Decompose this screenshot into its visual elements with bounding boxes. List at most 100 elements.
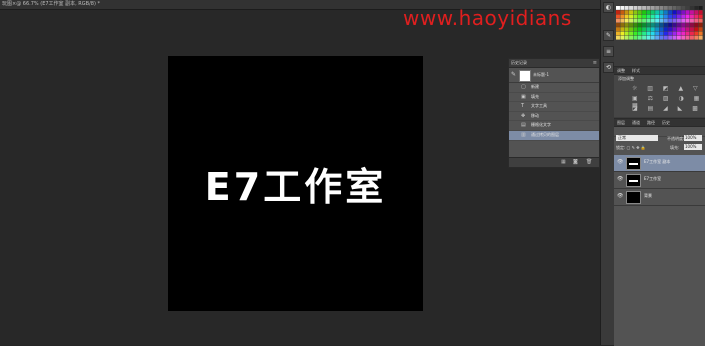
color-swatch (694, 27, 699, 32)
swatch-grid[interactable] (616, 6, 703, 40)
history-panel: 历史记录 ≡ ✎ 未标题-1 ▢ 新建 ▣ 填充 T 文字工具 ✥ 移动 ▤ 栅… (508, 58, 600, 168)
layer-row-e7[interactable]: 👁 E7工作室 (614, 172, 705, 189)
color-swatch (629, 18, 633, 23)
color-swatch (672, 18, 677, 23)
color-swatch (637, 27, 642, 32)
color-swatch (694, 18, 699, 23)
color-panel-icon[interactable]: ◐ (603, 2, 614, 13)
color-swatch (685, 6, 690, 10)
color-swatch (620, 6, 625, 10)
color-swatch (698, 31, 703, 36)
document-tab-title[interactable]: 玩图×@ 66.7% (E7工作室 副本, RGB/8) * (2, 0, 100, 9)
history-item-active[interactable]: ▥ 通过拷贝的图层 (509, 130, 599, 141)
text-tool-icon: T (521, 103, 525, 110)
trash-icon[interactable]: 🗑 (586, 159, 592, 166)
history-item[interactable]: ▢ 新建 (509, 83, 599, 93)
tab-styles[interactable]: 样式 (632, 67, 640, 74)
tab-paths[interactable]: 路径 (647, 119, 655, 126)
document-canvas[interactable]: E7工作室 (168, 56, 423, 311)
history-item-label: 栅格化文字 (531, 122, 551, 128)
color-swatch (633, 27, 638, 32)
color-swatch (650, 6, 655, 10)
history-item[interactable]: T 文字工具 (509, 102, 599, 112)
color-swatch (672, 31, 677, 36)
color-swatch (698, 35, 703, 40)
color-swatch (681, 23, 686, 27)
blend-mode-select[interactable]: 正常 (616, 135, 658, 141)
color-swatch (681, 27, 686, 32)
fill-icon: ▣ (521, 93, 526, 100)
color-swatch (650, 31, 655, 36)
color-swatch (659, 14, 664, 19)
color-swatch (668, 6, 673, 10)
adjustments-title: 添加调整 (618, 76, 634, 81)
move-icon: ✥ (521, 112, 526, 119)
color-swatch (659, 18, 664, 23)
opacity-field[interactable]: 100% (684, 135, 702, 141)
color-swatch (624, 6, 629, 10)
color-swatch (663, 31, 668, 36)
history-panel-header: 历史记录 ≡ (509, 59, 599, 68)
color-swatch (663, 23, 668, 27)
color-swatch (620, 31, 625, 36)
history-item[interactable]: ▤ 栅格化文字 (509, 121, 599, 131)
new-snapshot-icon[interactable]: ◙ (573, 159, 578, 166)
visibility-eye-icon[interactable]: 👁 (617, 193, 623, 199)
color-swatch (637, 23, 642, 27)
color-swatch (620, 10, 625, 15)
color-swatch (689, 18, 694, 23)
color-swatch (624, 10, 629, 15)
adjustments-panel: 调整 样式 添加调整 ☼ ▥ ◩ ▲ ▽ ▣ ⚖ ▨ ◑ ▦ ▦ ◪ ▤ ◢ ◣… (614, 66, 705, 117)
panel-menu-icon[interactable]: ≡ (593, 60, 597, 66)
color-swatch (655, 23, 660, 27)
color-swatch (620, 23, 625, 27)
color-swatch (689, 27, 694, 32)
visibility-eye-icon[interactable]: 👁 (617, 176, 623, 182)
color-swatch (694, 23, 699, 27)
layer-thumbnail (626, 174, 641, 187)
history-snapshot[interactable]: ✎ 未标题-1 (509, 68, 599, 83)
history-item[interactable]: ✥ 移动 (509, 112, 599, 122)
history-item-label: 新建 (531, 84, 539, 89)
tab-history[interactable]: 历史 (662, 119, 670, 126)
lock-controls[interactable]: 锁定: ▢ ✎ ✥ 🔒 (616, 145, 646, 151)
layer-copy-icon: ▥ (521, 131, 526, 138)
color-swatch (659, 31, 664, 36)
adjustment-icons-row-3[interactable]: ◪ ▤ ◢ ◣ ▩ (632, 105, 702, 112)
color-swatch (616, 10, 620, 15)
color-swatch (616, 14, 620, 19)
fill-field[interactable]: 100% (684, 144, 702, 150)
tab-layers[interactable]: 图层 (617, 119, 625, 126)
color-swatch (668, 14, 673, 19)
color-swatch (633, 18, 638, 23)
brush-panel-icon[interactable]: ✎ (603, 30, 614, 41)
clone-panel-icon[interactable]: ≡ (603, 46, 614, 57)
history-tab[interactable]: 历史记录 (511, 59, 527, 67)
new-document-from-state-icon[interactable]: ▦ (561, 159, 566, 166)
layer-row-background[interactable]: 👁 背景 (614, 189, 705, 206)
color-swatch (637, 10, 642, 15)
color-swatch (698, 14, 703, 19)
color-swatch (650, 14, 655, 19)
color-swatch (616, 23, 620, 27)
color-swatch (655, 10, 660, 15)
color-swatch (659, 35, 664, 40)
tab-adjustments[interactable]: 调整 (617, 67, 625, 74)
history-panel-icon[interactable]: ⟲ (603, 62, 614, 73)
color-swatch (646, 27, 651, 32)
color-swatch (616, 35, 620, 40)
layer-row-e7-copy[interactable]: 👁 E7工作室 副本 (614, 155, 705, 172)
history-item[interactable]: ▣ 填充 (509, 93, 599, 103)
layer-thumbnail (626, 191, 641, 204)
color-swatch (629, 10, 633, 15)
color-swatch (681, 14, 686, 19)
color-swatch (681, 6, 686, 10)
visibility-eye-icon[interactable]: 👁 (617, 159, 623, 165)
history-brush-icon[interactable]: ✎ (511, 71, 516, 78)
color-swatch (698, 23, 703, 27)
color-swatch (620, 35, 625, 40)
layers-panel: 图层 通道 路径 历史 正常 不透明度: 100% 锁定: ▢ ✎ ✥ 🔒 填充… (614, 118, 705, 346)
color-swatch (646, 18, 651, 23)
adjustment-icons-row-1[interactable]: ☼ ▥ ◩ ▲ ▽ (632, 85, 702, 92)
tab-channels[interactable]: 通道 (632, 119, 640, 126)
